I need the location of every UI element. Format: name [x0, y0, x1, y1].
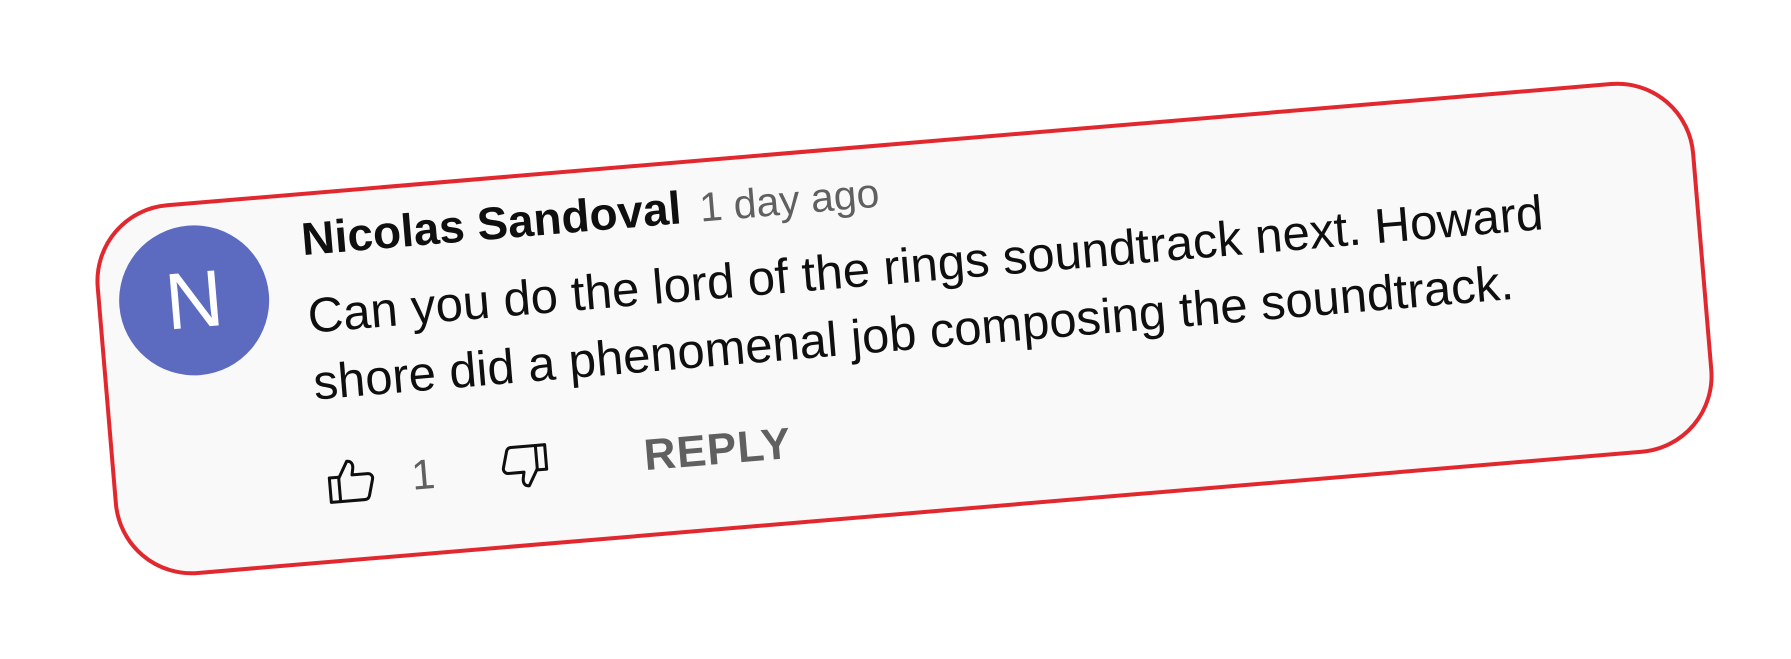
thumbs-down-icon: [502, 443, 549, 488]
author-name[interactable]: Nicolas Sandoval: [299, 181, 683, 265]
like-button[interactable]: [319, 448, 384, 513]
like-count: 1: [409, 449, 437, 499]
avatar-initial: N: [161, 253, 227, 347]
thumbs-up-icon: [327, 459, 375, 504]
comment-card: N Nicolas Sandoval 1 day ago Can you do …: [89, 75, 1720, 582]
dislike-button[interactable]: [492, 434, 557, 499]
comment-actions: 1 REPLY: [319, 414, 793, 513]
reply-button[interactable]: REPLY: [642, 419, 793, 481]
comment-timestamp[interactable]: 1 day ago: [698, 170, 881, 231]
avatar[interactable]: N: [113, 219, 276, 382]
